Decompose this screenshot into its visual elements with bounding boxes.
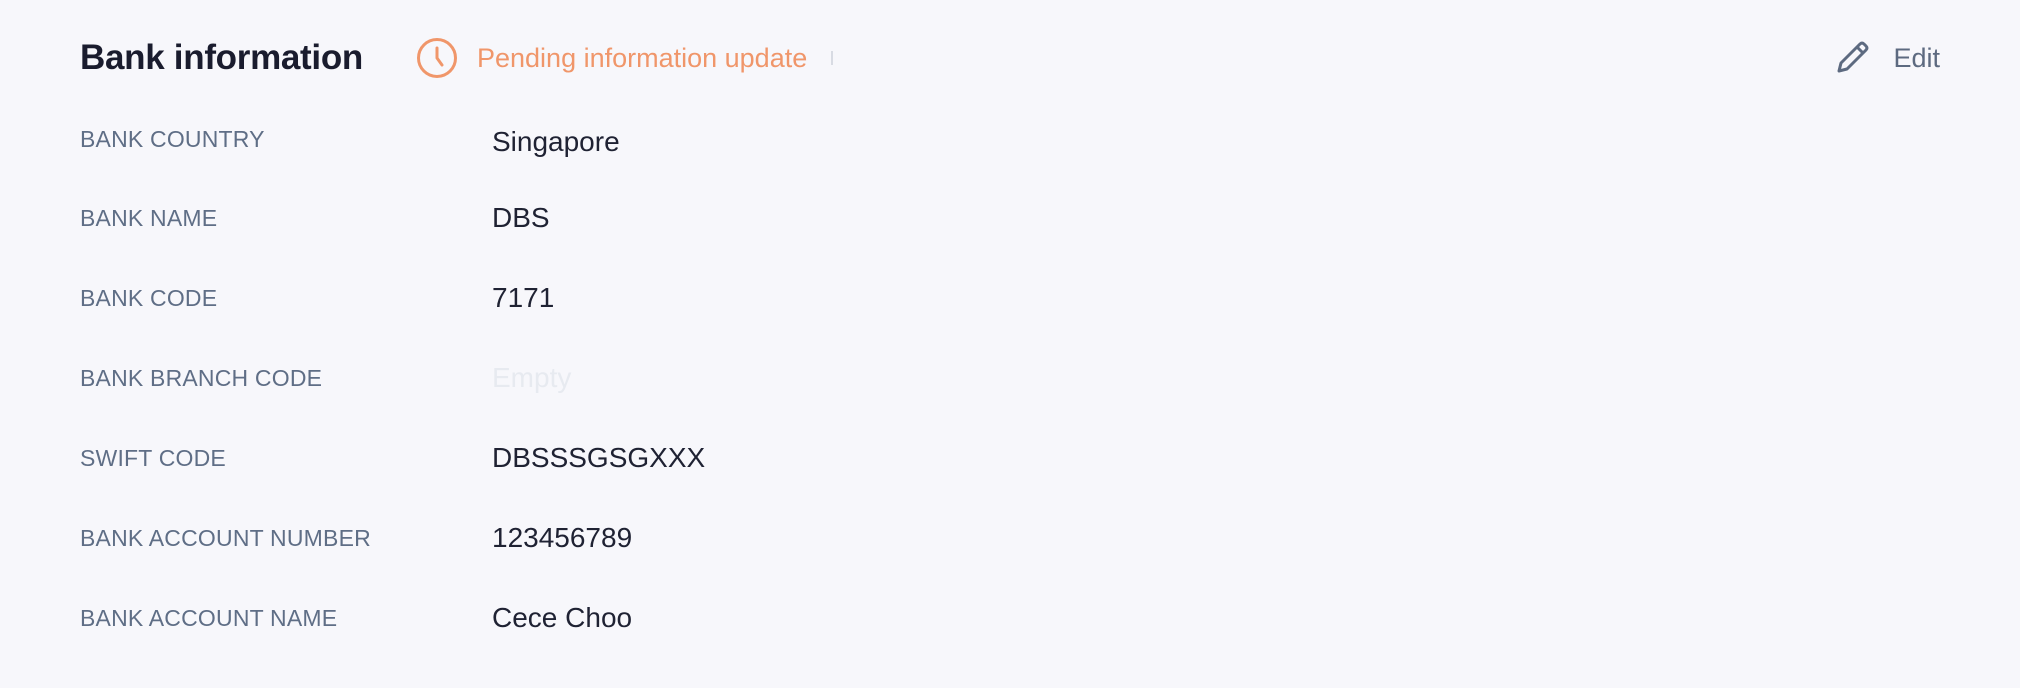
field-row-bank-branch-code: BANK BRANCH CODE Empty (80, 338, 1940, 418)
pending-status-text: Pending information update (477, 42, 808, 73)
field-label: BANK ACCOUNT NAME (80, 604, 338, 631)
field-label: BANK NAME (80, 204, 218, 231)
clock-icon (415, 36, 459, 80)
field-row-swift-code: SWIFT CODE DBSSSGSGXXX (80, 418, 1940, 498)
pencil-icon (1831, 37, 1873, 79)
field-row-bank-account-number: BANK ACCOUNT NUMBER 123456789 (80, 498, 1940, 578)
field-value-empty: Empty (492, 362, 572, 393)
field-value: DBSSSGSGXXX (492, 442, 706, 473)
field-value: Cece Choo (492, 602, 633, 633)
pending-status: Pending information update (415, 36, 834, 80)
field-row-bank-account-name: BANK ACCOUNT NAME Cece Choo (80, 578, 1940, 658)
field-label: BANK CODE (80, 284, 218, 311)
field-label: BANK COUNTRY (80, 126, 265, 152)
field-label: SWIFT CODE (80, 444, 226, 471)
divider (831, 51, 834, 65)
field-label: BANK BRANCH CODE (80, 364, 323, 391)
field-row-bank-code: BANK CODE 7171 (80, 258, 1940, 338)
field-value: 123456789 (492, 522, 633, 553)
bank-info-list: BANK COUNTRY Singapore BANK NAME DBS BAN… (80, 112, 1940, 658)
section-header: Bank information Pending information upd… (80, 28, 1940, 88)
field-label: BANK ACCOUNT NUMBER (80, 524, 371, 551)
field-value: DBS (492, 202, 550, 233)
field-value: 7171 (492, 282, 555, 313)
field-row-bank-name: BANK NAME DBS (80, 178, 1940, 258)
edit-label: Edit (1893, 42, 1940, 73)
field-row-bank-country: BANK COUNTRY Singapore (80, 112, 1940, 178)
section-title: Bank information (80, 38, 363, 77)
edit-button[interactable]: Edit (1831, 37, 1940, 79)
field-value: Singapore (492, 126, 620, 157)
